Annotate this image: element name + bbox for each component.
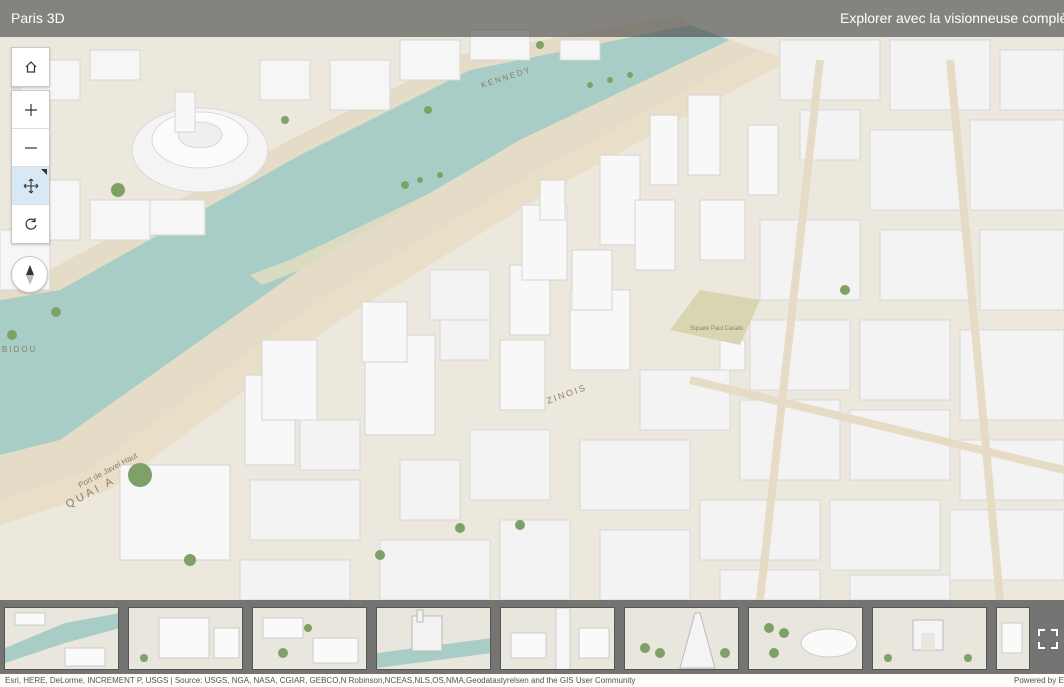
slide-7[interactable] — [748, 607, 863, 670]
zoom-in-button[interactable] — [12, 91, 49, 129]
map-view[interactable]: QUAI A Port de Javel Haut Square Paul Ca… — [0, 0, 1064, 687]
plus-icon — [24, 103, 37, 116]
label-bidou: BIDOU — [2, 345, 37, 354]
slide-9[interactable] — [996, 607, 1030, 670]
fullscreen-button[interactable] — [1035, 626, 1061, 652]
pan-button[interactable] — [12, 167, 49, 205]
minus-icon — [24, 146, 37, 149]
slide-thumbnail — [749, 608, 862, 669]
powered-by-link[interactable]: Powered by Esri — [1014, 676, 1064, 685]
slide-thumbnail — [625, 608, 738, 669]
slide-thumbnail — [997, 608, 1029, 669]
header-bar: Paris 3D Explorer avec la visionneuse co… — [0, 0, 1064, 37]
zoom-out-button[interactable] — [12, 129, 49, 167]
full-viewer-link[interactable]: Explorer avec la visionneuse complète — [840, 10, 1064, 26]
slide-thumbnail — [129, 608, 242, 669]
rotate-button[interactable] — [12, 205, 49, 243]
slide-thumbnail — [873, 608, 986, 669]
slide-thumbnail — [501, 608, 614, 669]
slide-thumbnail — [253, 608, 366, 669]
slide-2[interactable] — [128, 607, 243, 670]
rotate-icon — [24, 218, 37, 230]
slide-3[interactable] — [252, 607, 367, 670]
slide-8[interactable] — [872, 607, 987, 670]
app-title: Paris 3D — [11, 10, 65, 26]
slide-4[interactable] — [376, 607, 491, 670]
corner-indicator — [41, 169, 47, 175]
home-control — [11, 47, 50, 87]
label-square: Square Paul Casals — [690, 326, 743, 332]
attribution-bar: Esri, HERE, DeLorme, INCREMENT P, USGS |… — [0, 674, 1064, 687]
home-icon — [25, 61, 36, 73]
map-scene: QUAI A Port de Javel Haut Square Paul Ca… — [0, 0, 1064, 687]
slide-5[interactable] — [500, 607, 615, 670]
compass-icon — [25, 264, 34, 285]
compass-button[interactable] — [11, 256, 48, 293]
slide-thumbnail — [377, 608, 490, 669]
slide-6[interactable] — [624, 607, 739, 670]
navigation-control — [11, 90, 50, 244]
home-button[interactable] — [12, 48, 49, 86]
slide-1[interactable] — [4, 607, 119, 670]
fullscreen-icon — [1038, 629, 1058, 649]
slide-thumbnail — [5, 608, 118, 669]
attribution-text: Esri, HERE, DeLorme, INCREMENT P, USGS |… — [5, 676, 636, 685]
pan-arrows-icon — [23, 178, 38, 193]
